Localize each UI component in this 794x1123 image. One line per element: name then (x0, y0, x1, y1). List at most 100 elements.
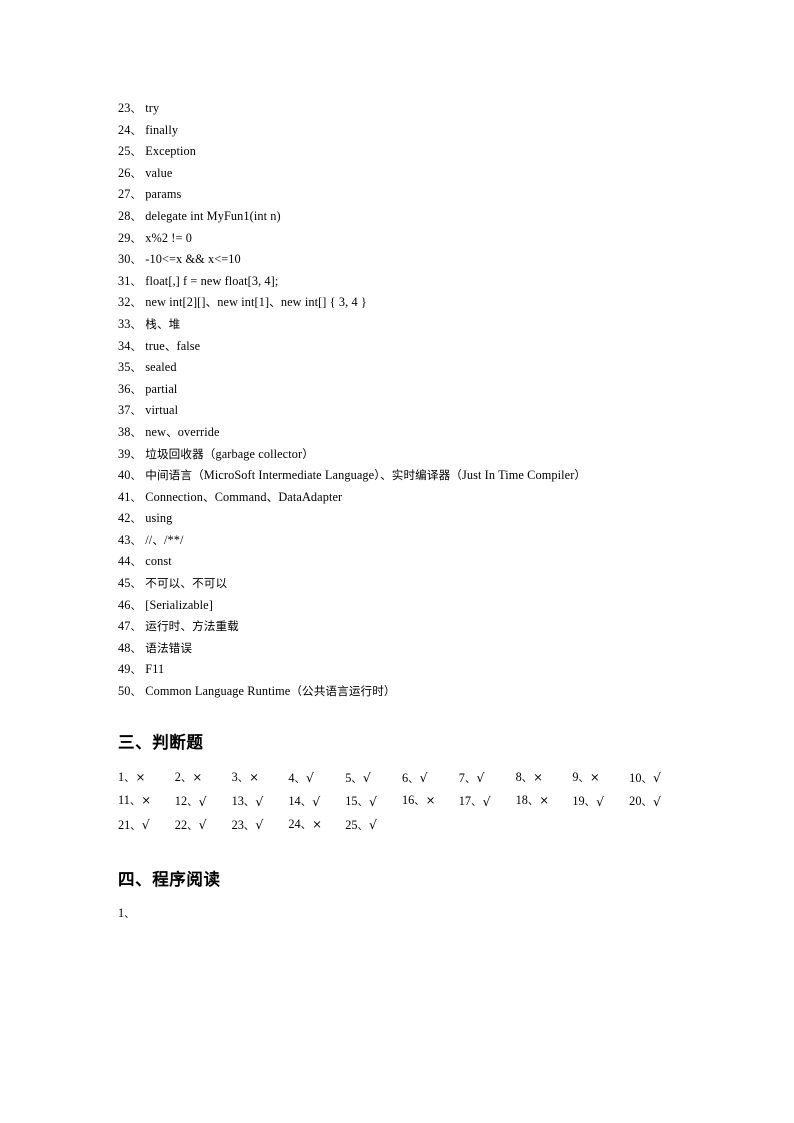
true-false-answer-cell: 7、√ (459, 767, 516, 791)
true-false-answer-cell: 24、× (288, 814, 345, 838)
ideographic-comma: 、 (130, 819, 141, 832)
ideographic-comma: 、 (130, 318, 142, 331)
true-false-answer-cell: 2、× (175, 767, 232, 791)
ideographic-comma: 、 (130, 254, 142, 267)
answer-text: 中间语言（MicroSoft Intermediate Language）、实时… (145, 468, 587, 483)
ideographic-comma: 、 (130, 232, 142, 245)
ideographic-comma: 、 (130, 621, 142, 634)
answer-number: 29 (118, 230, 131, 245)
ideographic-comma: 、 (357, 796, 368, 809)
section-heading-true-false: 三、判断题 (118, 732, 204, 752)
answer-text: Connection、Command、DataAdapter (142, 489, 343, 504)
question-number: 17 (458, 794, 472, 809)
ideographic-comma: 、 (130, 491, 142, 504)
cross-mark-icon: × (135, 769, 146, 784)
answer-line: 42、 using (118, 508, 676, 530)
ideographic-comma: 、 (527, 795, 539, 808)
answer-text: //、/**/ (142, 532, 184, 547)
ideographic-comma: 、 (300, 818, 312, 831)
true-false-answer-cell: 14、√ (288, 790, 345, 814)
answer-number: 44 (118, 554, 131, 569)
answer-line: 48、 语法错误 (118, 638, 676, 660)
answer-number: 23 (118, 101, 131, 115)
true-false-answer-cell: 9、× (572, 767, 629, 791)
check-mark-icon: √ (652, 793, 661, 809)
ideographic-comma: 、 (351, 772, 362, 785)
answer-line: 38、 new、override (118, 422, 676, 444)
cross-mark-icon: × (249, 769, 259, 784)
answer-line: 33、 栈、堆 (118, 314, 676, 336)
check-mark-icon: √ (476, 770, 485, 786)
true-false-answer-cell: 8、× (516, 767, 573, 791)
ideographic-comma: 、 (130, 124, 142, 137)
ideographic-comma: 、 (243, 819, 255, 832)
answer-number: 42 (118, 511, 131, 526)
question-number: 21 (118, 817, 131, 832)
question-number: 22 (174, 817, 188, 832)
true-false-answer-cell: 23、√ (232, 814, 289, 838)
answer-number: 36 (118, 381, 131, 396)
answer-text: value (142, 165, 173, 180)
answer-number: 43 (118, 532, 131, 547)
answer-line: 37、 virtual (118, 400, 676, 422)
question-number: 10 (629, 770, 642, 785)
answer-number: 27 (118, 187, 131, 202)
answer-number: 31 (118, 273, 131, 288)
check-mark-icon: √ (368, 793, 377, 809)
answer-number: 40 (118, 468, 131, 483)
answer-line: 25、 Exception (118, 141, 676, 163)
answer-number: 47 (118, 619, 131, 634)
true-false-answer-cell: 12、√ (175, 790, 232, 814)
answer-number: 48 (118, 640, 131, 655)
fill-in-answer-list: 23、 try 24、 finally 25、 Exception 26、 value… (118, 98, 676, 703)
check-mark-icon: √ (306, 770, 315, 786)
ideographic-comma: 、 (408, 772, 419, 785)
question-number: 11 (118, 793, 130, 808)
answer-line: 28、 delegate int MyFun1(int n) (118, 206, 676, 228)
answer-text: true、false (142, 338, 201, 353)
answer-text: -10<=x && x<=10 (142, 252, 241, 267)
answer-line: 49、 F11 (118, 659, 676, 681)
answer-text: [Serializable] (142, 597, 213, 612)
check-mark-icon: √ (255, 817, 264, 833)
answer-line: 39、 垃圾回收器（garbage collector） (118, 444, 676, 466)
question-number: 15 (345, 794, 358, 809)
ideographic-comma: 、 (584, 796, 596, 809)
question-number: 16 (401, 793, 415, 808)
ideographic-comma: 、 (130, 275, 142, 288)
document-page: 23、 try 24、 finally 25、 Exception 26、 value… (0, 0, 794, 1123)
answer-text: delegate int MyFun1(int n) (142, 208, 281, 223)
ideographic-comma: 、 (130, 599, 142, 612)
question-number: 19 (572, 794, 585, 809)
true-false-answer-grid: 1、× 2、× 3、× 4、√ 5、√ 6、√ 7、√ 8、× 9、× 10、√ 11、× 12、√ 1… (118, 767, 676, 838)
true-false-answer-cell: 11、× (118, 790, 175, 814)
true-false-answer-cell: 16、× (402, 790, 459, 814)
ideographic-comma: 、 (300, 796, 312, 809)
answer-line: 30、 -10<=x && x<=10 (118, 249, 676, 271)
answer-text: const (142, 554, 172, 569)
answer-number: 50 (118, 684, 131, 699)
answer-number: 34 (118, 338, 131, 353)
check-mark-icon: √ (198, 817, 207, 833)
answer-line: 40、 中间语言（MicroSoft Intermediate Language… (118, 465, 676, 487)
ideographic-comma: 、 (130, 664, 142, 677)
true-false-answer-cell: 4、√ (288, 767, 345, 791)
answer-text: Common Language Runtime（公共语言运行时） (142, 684, 396, 699)
answer-line: 45、 不可以、不可以 (118, 573, 676, 595)
true-false-answer-cell: 6、√ (402, 767, 459, 791)
answer-line: 46、 [Serializable] (118, 595, 676, 617)
true-false-answer-cell: 20、√ (629, 790, 686, 814)
true-false-answer-cell: 21、√ (118, 814, 175, 838)
answer-number: 24 (118, 122, 131, 137)
ideographic-comma: 、 (130, 146, 142, 159)
question-number: 20 (629, 794, 642, 809)
check-mark-icon: √ (255, 793, 264, 809)
ideographic-comma: 、 (130, 556, 142, 569)
answer-text: 栈、堆 (145, 316, 181, 331)
check-mark-icon: √ (419, 770, 428, 786)
section-heading-program-reading: 四、程序阅读 (118, 870, 221, 890)
check-mark-icon: √ (362, 770, 371, 786)
answer-text: new、override (142, 424, 220, 439)
true-false-answer-cell: 10、√ (629, 767, 686, 791)
cross-mark-icon: × (141, 793, 151, 808)
